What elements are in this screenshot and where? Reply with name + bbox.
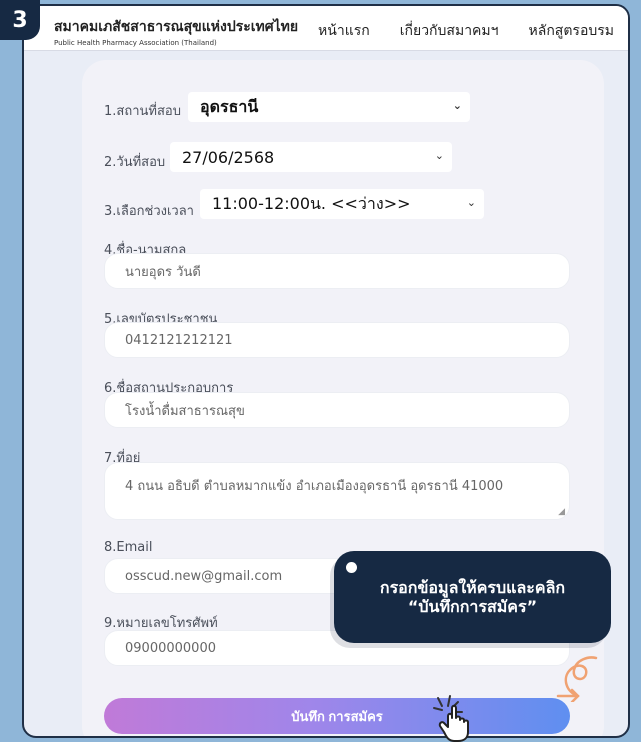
address-textarea[interactable]: 4 ถนน อธิบดี ตำบลหมากแข้ง อำเภอเมืองอุดร… xyxy=(104,462,570,520)
brand-logo[interactable]: สมาคมเภสัชสาธารณสุขแห่งประเทศไทย Public … xyxy=(54,16,298,47)
venue-label: 1.สถานที่สอบ xyxy=(104,104,181,119)
id-card-field[interactable]: 0412121212121 xyxy=(104,322,570,358)
date-value: 27/06/2568 xyxy=(182,147,275,167)
chevron-down-icon: ⌄ xyxy=(466,196,476,209)
save-registration-button[interactable]: บันทึก การสมัคร xyxy=(104,698,570,734)
callout-line-1: กรอกข้อมูลให้ครบและคลิก xyxy=(379,577,566,597)
business-value: โรงน้ำดื่มสาธารณสุข xyxy=(125,403,245,419)
callout-line-2: “บันทึกการสมัคร” xyxy=(407,597,538,616)
org-name: สมาคมเภสัชสาธารณสุขแห่งประเทศไทย xyxy=(54,19,299,35)
time-select[interactable]: 11:00-12:00น. <<ว่าง>> ⌄ xyxy=(200,189,484,219)
business-field[interactable]: โรงน้ำดื่มสาธารณสุข xyxy=(104,392,570,428)
step-badge: 3 xyxy=(0,0,40,40)
phone-value: 09000000000 xyxy=(125,640,216,656)
name-field[interactable]: นายอุดร วันดี xyxy=(104,253,570,289)
time-value: 11:00-12:00น. <<ว่าง>> xyxy=(212,193,411,213)
date-label: 2.วันที่สอบ xyxy=(104,155,166,170)
org-subtitle: Public Health Pharmacy Association (Thai… xyxy=(54,39,217,47)
date-select[interactable]: 27/06/2568 ⌄ xyxy=(170,142,452,172)
main-nav: หน้าแรก เกี่ยวกับสมาคมฯ หลักสูตรอบรม xyxy=(318,20,614,42)
name-value: นายอุดร วันดี xyxy=(125,264,201,280)
venue-value: อุดรธานี xyxy=(200,96,259,116)
arrow-doodle-icon xyxy=(556,656,598,702)
hand-cursor-icon xyxy=(433,695,469,742)
nav-courses[interactable]: หลักสูตรอบรม xyxy=(529,20,614,42)
nav-home[interactable]: หน้าแรก xyxy=(318,20,370,42)
chevron-down-icon: ⌄ xyxy=(434,149,444,162)
time-label: 3.เลือกช่วงเวลา xyxy=(104,204,194,219)
resize-handle-icon[interactable]: ◢ xyxy=(558,507,565,517)
instruction-callout: กรอกข้อมูลให้ครบและคลิก “บันทึกการสมัคร” xyxy=(334,551,611,643)
email-value: osscud.new@gmail.com xyxy=(125,568,283,584)
top-navigation-bar: สมาคมเภสัชสาธารณสุขแห่งประเทศไทย Public … xyxy=(24,6,628,51)
chevron-down-icon: ⌄ xyxy=(452,99,462,112)
id-value: 0412121212121 xyxy=(125,332,233,348)
address-value: 4 ถนน อธิบดี ตำบลหมากแข้ง อำเภอเมืองอุดร… xyxy=(125,479,504,494)
callout-dot xyxy=(346,562,357,573)
venue-select[interactable]: อุดรธานี ⌄ xyxy=(188,92,470,122)
nav-about[interactable]: เกี่ยวกับสมาคมฯ xyxy=(400,20,499,42)
email-label: 8.Email xyxy=(104,540,153,555)
